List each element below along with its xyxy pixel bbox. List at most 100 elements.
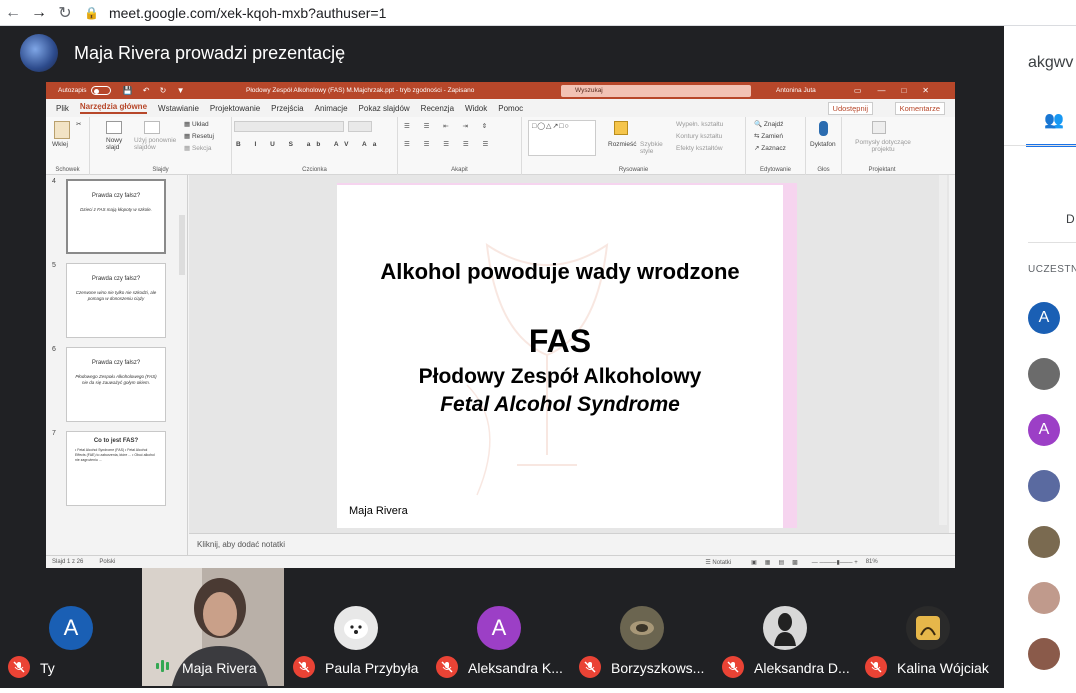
participant-tile[interactable]: Kalina Wójciak	[857, 568, 999, 686]
thumb-body: Czerwone wino nie tylko nie szkodzi, ale…	[75, 290, 157, 301]
new-slide-button[interactable]: Nowy slajd	[106, 137, 130, 151]
tab-home[interactable]: Narzędzia główne	[79, 102, 148, 114]
tab-design[interactable]: Projektowanie	[210, 104, 260, 113]
slide-thumbnail[interactable]: Prawda czy fałsz? Płodowego Zespołu Alko…	[66, 347, 166, 422]
current-slide[interactable]: Alkohol powoduje wady wrodzone FAS Płodo…	[337, 183, 797, 528]
select-button[interactable]: ↗ Zaznacz	[754, 145, 786, 152]
quick-styles-button[interactable]: Szybkie style	[640, 141, 664, 155]
thumb-number: 5	[52, 262, 56, 269]
avatar	[334, 606, 378, 650]
tab-review[interactable]: Recenzja	[421, 104, 454, 113]
microphone-icon[interactable]	[819, 121, 828, 136]
shape-effects-button[interactable]: Efekty kształtów	[676, 145, 723, 152]
tab-slideshow[interactable]: Pokaz slajdów	[359, 104, 410, 113]
reuse-slides-button[interactable]: Użyj ponownie slajdów	[134, 137, 178, 151]
reload-icon[interactable]: ↻	[52, 0, 78, 26]
group-label: Projektant	[868, 167, 896, 173]
list-buttons[interactable]: ☰ ☰ ⇤ ⇥ ⇕	[404, 123, 493, 130]
people-icon[interactable]: 👥	[1044, 110, 1064, 130]
quick-access-toolbar[interactable]: 💾 ↶ ↻ ▼	[123, 86, 189, 95]
group-label: Edytowanie	[759, 167, 792, 173]
find-button[interactable]: 🔍 Znajdź	[754, 121, 783, 128]
participant-tile[interactable]: Paula Przybyła	[285, 568, 427, 686]
participant-avatar[interactable]	[1028, 470, 1060, 502]
tab-insert[interactable]: Wstawianie	[158, 104, 199, 113]
new-slide-icon[interactable]	[106, 121, 122, 134]
reset-button[interactable]: ▦ Resetuj	[184, 133, 214, 140]
group-paragraph: ☰ ☰ ⇤ ⇥ ⇕ ☰ ☰ ☰ ☰ ☰ Akapit	[398, 117, 522, 175]
participant-avatar[interactable]	[1028, 638, 1060, 670]
thumbnail-scrollbar[interactable]	[179, 215, 185, 275]
zoom-slider[interactable]: — ────▮─── +	[812, 559, 858, 566]
font-family-select[interactable]	[234, 121, 344, 132]
participant-name: Aleksandra D...	[754, 660, 850, 676]
participant-tile[interactable]: A Aleksandra K...	[428, 568, 570, 686]
notes-pane[interactable]: Kliknij, aby dodać notatki	[189, 533, 955, 555]
section-button[interactable]: ▦ Sekcja	[184, 145, 211, 152]
participant-avatar[interactable]	[1028, 358, 1060, 390]
zoom-level[interactable]: 81%	[866, 559, 878, 565]
dictate-button[interactable]: Dyktafon	[810, 141, 836, 148]
tab-view[interactable]: Widok	[465, 104, 487, 113]
shape-outline-button[interactable]: Kontury kształtu	[676, 133, 722, 140]
share-button[interactable]: Udostępnij	[827, 102, 873, 115]
group-slides: Nowy slajd Użyj ponownie slajdów ▦ Układ…	[90, 117, 232, 175]
slide-english-name: Fetal Alcohol Syndrome	[440, 393, 680, 416]
avatar	[906, 606, 950, 650]
font-size-select[interactable]	[348, 121, 372, 132]
participant-tile[interactable]: Maja Rivera	[142, 568, 284, 686]
slide-thumbnail[interactable]: Prawda czy fałsz? Czerwone wino nie tylk…	[66, 263, 166, 338]
search-box[interactable]: Wyszukaj	[561, 84, 751, 97]
back-icon[interactable]: ←	[0, 0, 26, 26]
paste-icon[interactable]	[54, 121, 70, 139]
font-format-buttons[interactable]: B I U S ab AV Aa	[236, 141, 382, 148]
tab-help[interactable]: Pomoc	[498, 104, 523, 113]
divider	[1004, 145, 1076, 146]
shape-fill-button[interactable]: Wypełn. kształtu	[676, 121, 723, 128]
autosave-toggle[interactable]	[90, 86, 111, 95]
tab-file[interactable]: Plik	[56, 104, 69, 113]
align-buttons[interactable]: ☰ ☰ ☰ ☰ ☰	[404, 141, 494, 148]
canvas-scrollbar[interactable]	[939, 175, 947, 525]
notes-toggle[interactable]: ☰ Notatki	[705, 559, 731, 566]
paste-button[interactable]: Wklej	[52, 141, 68, 148]
thumb-number: 4	[52, 178, 56, 185]
participant-name: Kalina Wójciak	[897, 660, 989, 676]
thumb-body: Dzieci z FAS mają kłopoty w szkole.	[80, 207, 152, 212]
slide-thumbnail[interactable]: Co to jest FAS? • Fetal Alcohol Syndrome…	[66, 431, 166, 506]
browser-toolbar: ← → ↻ 🔒 meet.google.com/xek-kqoh-mxb?aut…	[0, 0, 1076, 26]
slide-thumbnail[interactable]: Prawda czy fałsz? Dzieci z FAS mają kłop…	[66, 179, 166, 254]
participant-tile[interactable]: Aleksandra D...	[714, 568, 856, 686]
tab-transitions[interactable]: Przejścia	[271, 104, 303, 113]
slide-heading: Alkohol powoduje wady wrodzone	[380, 259, 740, 284]
participant-tile[interactable]: A Ty	[0, 568, 142, 686]
thumb-title: Prawda czy fałsz?	[91, 276, 141, 282]
speaking-indicator-icon	[156, 660, 169, 672]
participant-name: Maja Rivera	[182, 660, 257, 676]
layout-button[interactable]: ▦ Układ	[184, 121, 209, 128]
address-bar[interactable]: meet.google.com/xek-kqoh-mxb?authuser=1	[109, 5, 386, 21]
participant-avatar[interactable]: A	[1028, 302, 1060, 334]
participants-section-label: UCZESTN	[1028, 264, 1076, 275]
arrange-button[interactable]: Rozmieść	[608, 141, 637, 148]
participant-avatar[interactable]	[1028, 582, 1060, 614]
forward-icon[interactable]: →	[26, 0, 52, 26]
arrange-icon[interactable]	[614, 121, 628, 135]
avatar	[620, 606, 664, 650]
view-buttons[interactable]: ▣▦▤▩	[751, 559, 806, 566]
group-label: Akapit	[451, 167, 468, 173]
document-title: Płodowy Zespół Alkoholowy (FAS) M.Majchr…	[246, 87, 475, 94]
replace-button[interactable]: ⇆ Zamień	[754, 133, 783, 140]
window-controls[interactable]: ▭—□✕	[854, 86, 945, 95]
tab-animations[interactable]: Animacje	[315, 104, 348, 113]
group-label: Rysowanie	[618, 167, 649, 173]
participant-tile[interactable]: Borzyszkows...	[571, 568, 713, 686]
participant-avatar[interactable]	[1028, 526, 1060, 558]
comments-button[interactable]: Komentarze	[894, 102, 945, 115]
design-ideas-button[interactable]: Pomysły dotyczące projektu	[848, 139, 918, 153]
participant-avatar[interactable]: A	[1028, 414, 1060, 446]
thumb-number: 6	[52, 346, 56, 353]
presentation-header: Maja Rivera prowadzi prezentację	[0, 26, 1004, 80]
participant-name: Aleksandra K...	[468, 660, 563, 676]
cut-icon[interactable]: ✂	[76, 121, 81, 128]
